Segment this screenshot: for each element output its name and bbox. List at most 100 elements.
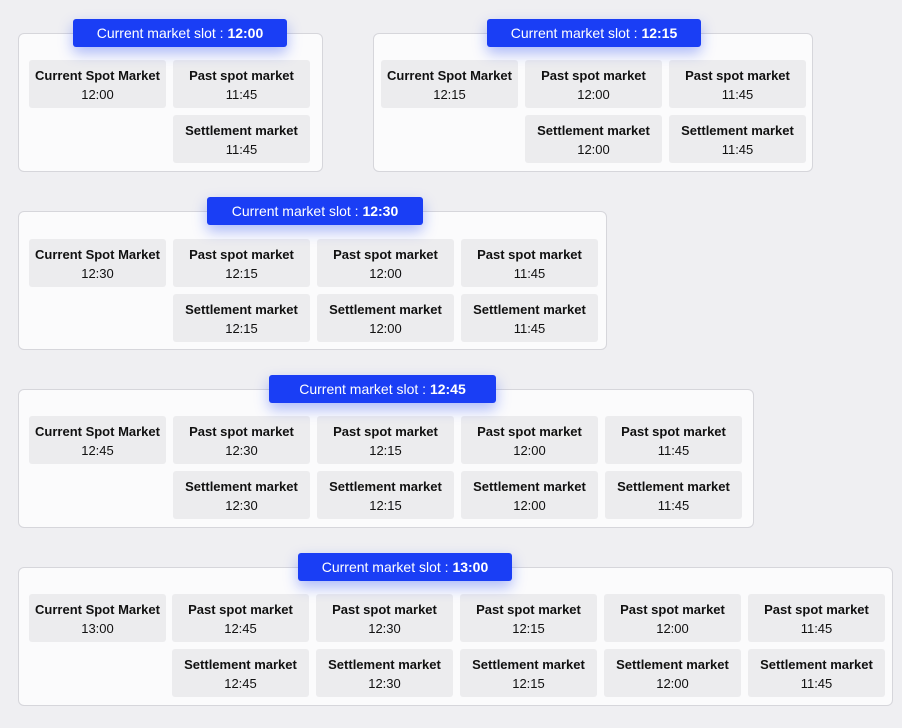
settlement-market-title: Settlement market [472, 657, 585, 672]
current-spot-market-cell: Current Spot Market 12:15 [381, 60, 518, 108]
past-spot-market-cell: Past spot market 12:00 [461, 416, 598, 464]
settlement-market-title: Settlement market [184, 657, 297, 672]
slot-label: Current market slot : [96, 25, 228, 41]
past-spot-market-cell: Past spot market 11:45 [669, 60, 806, 108]
current-market-slot-badge: Current market slot : 12:45 [269, 375, 496, 403]
past-spot-market-time: 12:00 [369, 266, 402, 281]
past-spot-market-time: 12:00 [656, 621, 689, 636]
settlement-market-cell: Settlement market 12:15 [460, 649, 597, 697]
settlement-market-cell: Settlement market 12:00 [604, 649, 741, 697]
settlement-market-title: Settlement market [473, 479, 586, 494]
current-spot-market-cell: Current Spot Market 12:00 [29, 60, 166, 108]
settlement-market-title: Settlement market [328, 657, 441, 672]
current-spot-market-time: 12:00 [81, 87, 114, 102]
current-market-slot-badge: Current market slot : 12:00 [73, 19, 287, 47]
current-spot-market-time: 13:00 [81, 621, 114, 636]
settlement-market-title: Settlement market [185, 302, 298, 317]
settlement-market-title: Settlement market [329, 302, 442, 317]
slot-time: 13:00 [452, 559, 489, 575]
settlement-market-cell: Settlement market 12:30 [316, 649, 453, 697]
past-spot-market-time: 11:45 [513, 266, 546, 281]
current-spot-market-cell: Current Spot Market 13:00 [29, 594, 166, 642]
settlement-market-cell: Settlement market 12:00 [317, 294, 454, 342]
slot-time: 12:15 [641, 25, 678, 41]
past-spot-market-cell: Past spot market 11:45 [748, 594, 885, 642]
past-spot-market-title: Past spot market [621, 424, 726, 439]
current-spot-market-title: Current Spot Market [387, 68, 512, 83]
past-spot-market-time: 11:45 [721, 87, 754, 102]
slot-label: Current market slot : [231, 203, 363, 219]
past-spot-market-title: Past spot market [189, 424, 294, 439]
past-spot-market-cell: Past spot market 12:15 [173, 239, 310, 287]
past-spot-market-title: Past spot market [333, 247, 438, 262]
current-spot-market-title: Current Spot Market [35, 424, 160, 439]
settlement-market-cell: Settlement market 12:00 [461, 471, 598, 519]
current-spot-market-time: 12:45 [81, 443, 114, 458]
slot-label: Current market slot : [299, 381, 430, 397]
past-spot-market-title: Past spot market [541, 68, 646, 83]
settlement-market-time: 12:00 [513, 498, 546, 513]
past-spot-market-time: 11:45 [657, 443, 690, 458]
settlement-market-cell: Settlement market 12:15 [173, 294, 310, 342]
settlement-market-cell: Settlement market 11:45 [748, 649, 885, 697]
settlement-market-title: Settlement market [616, 657, 729, 672]
slot-label: Current market slot : [321, 559, 453, 575]
past-spot-market-time: 11:45 [225, 87, 258, 102]
settlement-market-time: 12:00 [369, 321, 402, 336]
past-spot-market-cell: Past spot market 12:30 [316, 594, 453, 642]
current-market-slot-badge: Current market slot : 12:15 [487, 19, 701, 47]
settlement-market-cell: Settlement market 11:45 [461, 294, 598, 342]
current-spot-market-title: Current Spot Market [35, 68, 160, 83]
settlement-market-cell: Settlement market 12:00 [525, 115, 662, 163]
settlement-market-title: Settlement market [537, 123, 650, 138]
past-spot-market-title: Past spot market [332, 602, 437, 617]
settlement-market-cell: Settlement market 12:15 [317, 471, 454, 519]
settlement-market-title: Settlement market [760, 657, 873, 672]
current-spot-market-cell: Current Spot Market 12:45 [29, 416, 166, 464]
past-spot-market-time: 12:30 [225, 443, 258, 458]
past-spot-market-cell: Past spot market 12:15 [317, 416, 454, 464]
settlement-market-time: 12:30 [368, 676, 401, 691]
settlement-market-cell: Settlement market 12:30 [173, 471, 310, 519]
settlement-market-time: 12:00 [656, 676, 689, 691]
settlement-market-cell: Settlement market 11:45 [669, 115, 806, 163]
past-spot-market-title: Past spot market [477, 247, 582, 262]
settlement-market-time: 12:15 [512, 676, 545, 691]
past-spot-market-title: Past spot market [333, 424, 438, 439]
past-spot-market-cell: Past spot market 11:45 [173, 60, 310, 108]
settlement-market-time: 12:00 [577, 142, 610, 157]
slot-label: Current market slot : [510, 25, 642, 41]
past-spot-market-title: Past spot market [477, 424, 582, 439]
past-spot-market-cell: Past spot market 12:15 [460, 594, 597, 642]
settlement-market-title: Settlement market [185, 479, 298, 494]
settlement-market-cell: Settlement market 11:45 [173, 115, 310, 163]
settlement-market-cell: Settlement market 12:45 [172, 649, 309, 697]
settlement-market-time: 12:30 [225, 498, 258, 513]
past-spot-market-cell: Past spot market 12:45 [172, 594, 309, 642]
settlement-market-time: 12:45 [224, 676, 257, 691]
current-spot-market-title: Current Spot Market [35, 602, 160, 617]
settlement-market-title: Settlement market [617, 479, 730, 494]
past-spot-market-title: Past spot market [476, 602, 581, 617]
past-spot-market-time: 12:30 [368, 621, 401, 636]
settlement-market-title: Settlement market [473, 302, 586, 317]
past-spot-market-cell: Past spot market 11:45 [461, 239, 598, 287]
past-spot-market-title: Past spot market [188, 602, 293, 617]
current-market-slot-badge: Current market slot : 13:00 [298, 553, 512, 581]
settlement-market-cell: Settlement market 11:45 [605, 471, 742, 519]
slot-time: 12:45 [429, 381, 466, 397]
past-spot-market-time: 11:45 [800, 621, 833, 636]
current-market-slot-badge: Current market slot : 12:30 [207, 197, 423, 225]
past-spot-market-title: Past spot market [685, 68, 790, 83]
past-spot-market-time: 12:45 [224, 621, 257, 636]
current-spot-market-title: Current Spot Market [35, 247, 160, 262]
current-spot-market-time: 12:15 [433, 87, 466, 102]
current-spot-market-time: 12:30 [81, 266, 114, 281]
current-spot-market-cell: Current Spot Market 12:30 [29, 239, 166, 287]
settlement-market-time: 11:45 [800, 676, 833, 691]
past-spot-market-cell: Past spot market 12:00 [604, 594, 741, 642]
settlement-market-time: 11:45 [513, 321, 546, 336]
settlement-market-time: 11:45 [225, 142, 258, 157]
slot-time: 12:00 [227, 25, 264, 41]
past-spot-market-cell: Past spot market 12:00 [525, 60, 662, 108]
